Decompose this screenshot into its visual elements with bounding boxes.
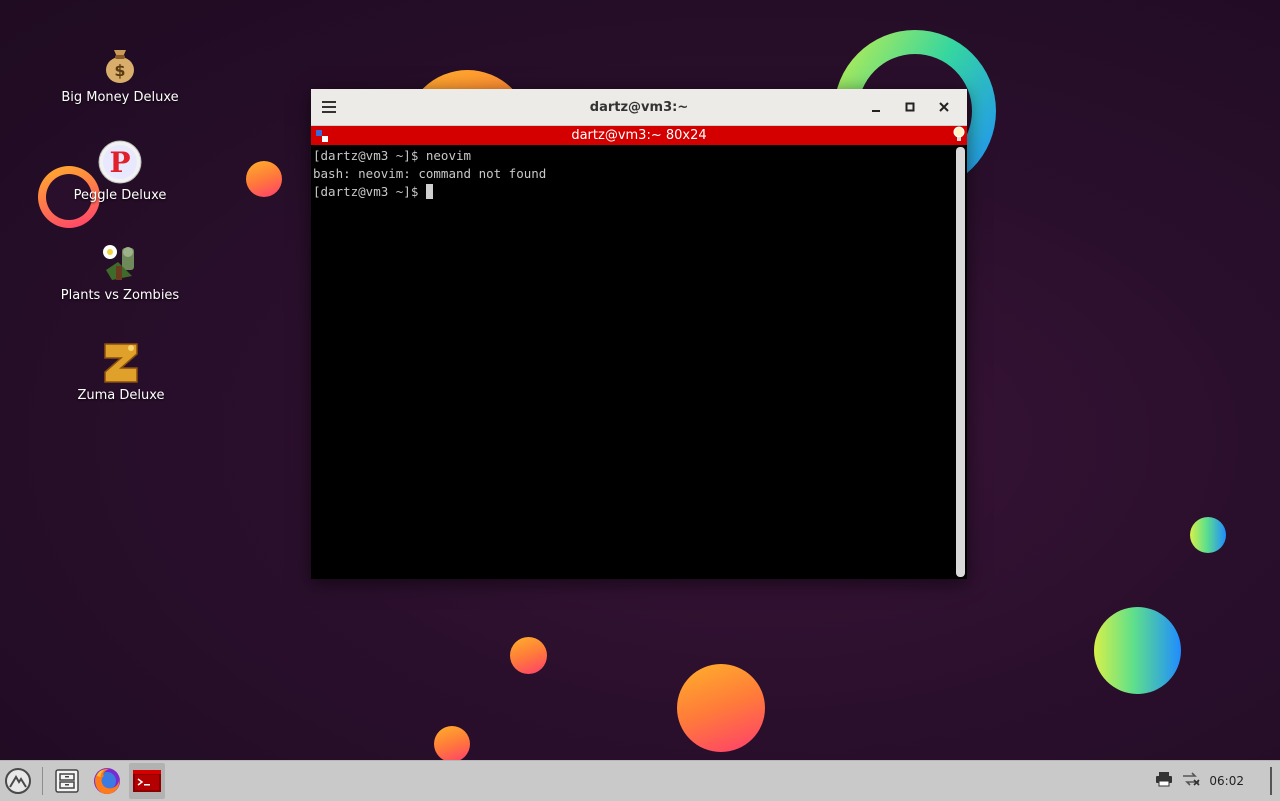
- terminal-taskbar-button[interactable]: [129, 763, 165, 799]
- svg-text:$: $: [114, 61, 125, 80]
- terminal-prompt-line: [dartz@vm3 ~]$: [313, 184, 426, 199]
- network-button[interactable]: [1181, 771, 1201, 791]
- close-icon: [939, 102, 949, 112]
- desktop-icon-zuma-deluxe[interactable]: Zuma Deluxe: [61, 340, 181, 403]
- firefox-icon: [94, 768, 120, 794]
- lightbulb-icon[interactable]: [953, 126, 965, 146]
- desktop-icon-label: Big Money Deluxe: [61, 90, 179, 105]
- minimize-button[interactable]: [861, 92, 891, 122]
- close-button[interactable]: [929, 92, 959, 122]
- terminal-scrollbar[interactable]: [956, 147, 965, 577]
- clock[interactable]: 06:02: [1209, 774, 1244, 788]
- desktop: $ Big Money Deluxe P Peggle Deluxe Plant…: [0, 0, 1280, 760]
- printer-icon: [1156, 772, 1173, 787]
- plants-vs-zombies-icon: [98, 240, 142, 284]
- money-bag-icon: $: [98, 42, 142, 86]
- decorative-bubble: [510, 637, 547, 674]
- maximize-icon: [905, 102, 915, 112]
- svg-text:P: P: [109, 146, 130, 179]
- maximize-button[interactable]: [895, 92, 925, 122]
- desktop-icon-label: Zuma Deluxe: [77, 388, 165, 403]
- terminal-text: [dartz@vm3 ~]$ neovim bash: neovim: comma…: [313, 147, 546, 201]
- hamburger-icon: [322, 101, 336, 113]
- desktop-icon-label: Plants vs Zombies: [60, 288, 180, 303]
- printer-button[interactable]: [1155, 771, 1173, 791]
- taskbar: 06:02: [0, 760, 1280, 801]
- show-desktop-button[interactable]: [1270, 767, 1272, 795]
- taskbar-separator: [42, 767, 43, 795]
- file-cabinet-icon: [55, 769, 79, 793]
- hamburger-menu-button[interactable]: [311, 89, 347, 125]
- decorative-bubble: [246, 161, 282, 197]
- start-menu-button[interactable]: [0, 763, 36, 799]
- desktop-icon-label: Peggle Deluxe: [73, 188, 167, 203]
- window-titlebar[interactable]: dartz@vm3:~: [311, 89, 967, 126]
- terminal-window[interactable]: dartz@vm3:~ dartz@vm3:~ 80x24 [dartz@vm3…: [311, 89, 967, 579]
- terminal-icon: [133, 770, 161, 792]
- file-manager-button[interactable]: [49, 763, 85, 799]
- terminal-title-bar: dartz@vm3:~ 80x24: [311, 126, 967, 145]
- decorative-bubble: [1190, 517, 1226, 553]
- network-disconnected-icon: [1183, 772, 1200, 786]
- text-cursor: [425, 184, 433, 199]
- terminal-app-icon: [315, 128, 329, 143]
- system-tray: 06:02: [1155, 767, 1280, 795]
- decorative-bubble: [434, 726, 470, 760]
- terminal-title: dartz@vm3:~ 80x24: [571, 128, 707, 143]
- zuma-icon: [99, 340, 143, 384]
- decorative-bubble: [677, 664, 765, 752]
- app-launcher-icon: [5, 768, 31, 794]
- terminal-output[interactable]: [dartz@vm3 ~]$ neovim bash: neovim: comma…: [311, 145, 967, 579]
- desktop-icon-plants-vs-zombies[interactable]: Plants vs Zombies: [60, 240, 180, 303]
- minimize-icon: [872, 110, 880, 112]
- peggle-icon: P: [98, 140, 142, 184]
- desktop-icon-peggle-deluxe[interactable]: P Peggle Deluxe: [60, 140, 180, 203]
- firefox-button[interactable]: [89, 763, 125, 799]
- terminal-line: bash: neovim: command not found: [313, 166, 547, 181]
- terminal-line: [dartz@vm3 ~]$ neovim: [313, 148, 472, 163]
- decorative-bubble: [1094, 607, 1181, 694]
- desktop-icon-big-money-deluxe[interactable]: $ Big Money Deluxe: [60, 42, 180, 105]
